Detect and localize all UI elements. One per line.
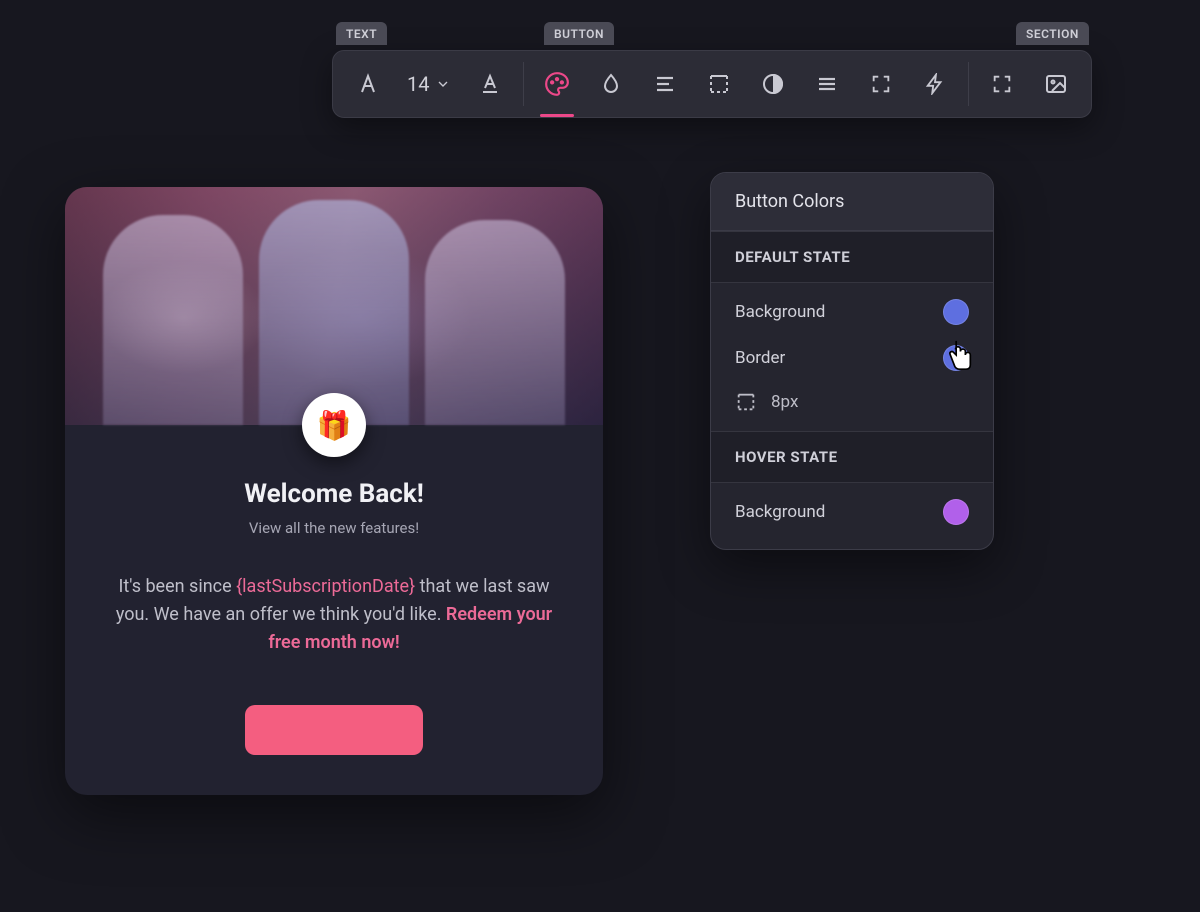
action-tool[interactable] (912, 61, 958, 107)
card-title[interactable]: Welcome Back! (103, 479, 565, 509)
default-background-row: Background (711, 283, 993, 341)
toolbar-tab-button[interactable]: BUTTON (544, 22, 614, 45)
border-tool[interactable] (696, 61, 742, 107)
row-label: Border (735, 348, 785, 368)
size-tool[interactable] (858, 61, 904, 107)
merge-token[interactable]: {lastSubscriptionDate} (236, 576, 415, 597)
text-color-button[interactable] (467, 61, 513, 107)
hover-background-row: Background (711, 483, 993, 549)
border-width-value: 8px (771, 392, 798, 412)
toolbar-divider (968, 62, 969, 106)
gift-icon: 🎁 (317, 409, 352, 442)
border-width-row[interactable]: 8px (711, 387, 993, 431)
chevron-down-icon (435, 76, 451, 92)
formatting-toolbar: TEXT BUTTON SECTION 14 (332, 22, 1092, 118)
avatar-badge: 🎁 (302, 393, 366, 457)
panel-title: Button Colors (711, 173, 993, 231)
default-border-swatch[interactable] (943, 345, 969, 371)
hero-image (65, 187, 603, 425)
default-border-row: Border (711, 341, 993, 387)
default-background-swatch[interactable] (943, 299, 969, 325)
section-size-tool[interactable] (979, 61, 1025, 107)
toolbar-tab-text[interactable]: TEXT (336, 22, 387, 45)
spacing-tool[interactable] (804, 61, 850, 107)
row-label: Background (735, 502, 825, 522)
alignment-tool[interactable] (642, 61, 688, 107)
font-size-select[interactable]: 14 (399, 72, 459, 96)
shadow-tool[interactable] (750, 61, 796, 107)
button-color-tool[interactable] (534, 61, 580, 107)
font-family-button[interactable] (345, 61, 391, 107)
button-colors-panel: Button Colors DEFAULT STATE Background B… (710, 172, 994, 550)
opacity-tool[interactable] (588, 61, 634, 107)
toolbar-tab-section[interactable]: SECTION (1016, 22, 1089, 45)
card-body-text[interactable]: It's been since {lastSubscriptionDate} t… (103, 573, 565, 657)
hover-state-heading: HOVER STATE (711, 431, 993, 483)
font-size-value: 14 (407, 72, 429, 96)
section-image-tool[interactable] (1033, 61, 1079, 107)
border-width-icon (735, 391, 757, 413)
primary-button[interactable] (245, 705, 423, 755)
card-subtitle[interactable]: View all the new features! (103, 519, 565, 537)
toolbar-divider (523, 62, 524, 106)
row-label: Background (735, 302, 825, 322)
default-state-heading: DEFAULT STATE (711, 231, 993, 283)
preview-card: 🎁 Welcome Back! View all the new feature… (65, 187, 603, 795)
hover-background-swatch[interactable] (943, 499, 969, 525)
